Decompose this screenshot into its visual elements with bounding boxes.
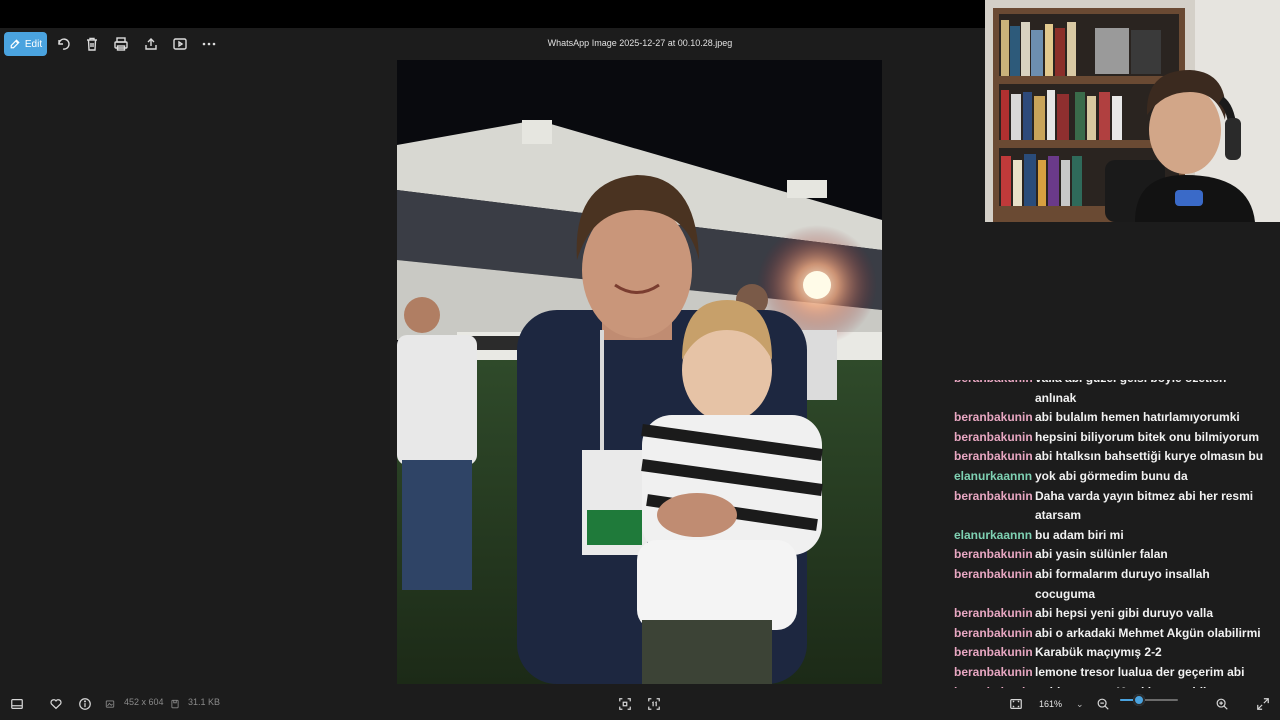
chat-username[interactable]: beranbakunin [954, 604, 1033, 624]
chat-message: beranbakunin lemone tresor lualua der geç… [952, 663, 1280, 683]
chat-username-label: beranbakunin [954, 547, 1033, 562]
chat-username-label: beranbakunin [954, 625, 1033, 640]
chat-username-label: beranbakunin [954, 566, 1033, 581]
chat-username[interactable]: beranbakunin [954, 663, 1033, 683]
chat-username[interactable]: beranbakunin [954, 380, 1033, 389]
chat-message: beranbakunin abi yasin sülünler falan [952, 545, 1280, 565]
chat-message: beranbakunin abi hepsi yeni gibi duruyo v… [952, 604, 1280, 624]
webcam-overlay [985, 0, 1280, 222]
chat-message: elanurkaannn yok abi görmedim bunu da [952, 467, 1280, 487]
file-size-icon [168, 694, 182, 714]
chat-message: beranbakunin abi o arkadaki Mehmet Akgün … [952, 624, 1280, 644]
heart-icon [50, 699, 62, 710]
zoom-in-icon [1216, 698, 1228, 710]
chat-username-label: beranbakunin [954, 645, 1033, 660]
zoom-out-icon [1097, 698, 1109, 710]
chat-message: beranbakunin hepsini biliyorum bitek onu … [952, 428, 1280, 448]
chat-username[interactable]: beranbakunin [954, 643, 1033, 663]
chat-username-label: beranbakunin [954, 449, 1033, 464]
file-info-button[interactable] [75, 694, 95, 714]
fit-screen-icon [1010, 699, 1022, 709]
chat-username-label: beranbakunin [954, 410, 1033, 425]
expand-button[interactable] [1253, 694, 1273, 714]
zoom-in-button[interactable] [1212, 694, 1232, 714]
zoom-slider[interactable] [1120, 699, 1178, 701]
chat-username[interactable]: beranbakunin [954, 487, 1033, 507]
photo-image [397, 60, 882, 684]
image-size-icon [103, 694, 117, 714]
chat-username[interactable]: beranbakunin [954, 565, 1033, 585]
chat-message: beranbakunin abi bulalım hemen hatırlamıy… [952, 408, 1280, 428]
chat-username-label: beranbakunin [954, 606, 1033, 621]
chat-username-label: elanurkaannn [954, 527, 1033, 542]
actual-size-button[interactable] [644, 694, 664, 714]
webcam-scene [985, 0, 1280, 222]
chat-username-label: beranbakunin [954, 429, 1033, 444]
favorite-button[interactable] [46, 694, 66, 714]
file-size: 31.1 KB [188, 697, 221, 707]
chat-username-label: beranbakunin [954, 488, 1033, 503]
chat-username[interactable]: beranbakunin [954, 447, 1033, 467]
chat-username[interactable]: beranbakunin [954, 408, 1033, 428]
chat-username[interactable]: elanurkaannn [954, 467, 1032, 487]
chat-message: beranbakuninvalla abi güzel gelsi böyle … [952, 380, 1280, 408]
chat-message: elanurkaannn bu adam biri mi [952, 526, 1280, 546]
info-icon [79, 698, 91, 710]
chat-username-label: beranbakunin [954, 380, 1033, 385]
fit-to-window-button[interactable] [615, 694, 635, 714]
status-bar: 452 x 604 31.1 KB 161% ⌄ [0, 688, 1280, 720]
chat-message: beranbakunin abi formalarım duruyo insall… [952, 565, 1280, 604]
chat-message: beranbakunin Karabük maçıymış 2-2 [952, 643, 1280, 663]
fullscreen-fit-button[interactable] [1006, 694, 1026, 714]
chat-message: beranbakunin abi htalksın bahsettiği kury… [952, 447, 1280, 467]
chat-message: beranbakunin Daha varda yayın bitmez abi … [952, 487, 1280, 526]
zoom-value: 161% [1039, 699, 1063, 709]
chat-username[interactable]: beranbakunin [954, 545, 1033, 565]
filmstrip-icon [11, 699, 23, 709]
chat-username[interactable]: beranbakunin [954, 428, 1033, 448]
chevron-down-icon: ⌄ [1076, 698, 1084, 709]
filmstrip-button[interactable] [7, 694, 27, 714]
chat-username-label: beranbakunin [954, 664, 1033, 679]
zoom-dropdown[interactable]: 161% ⌄ [1033, 693, 1085, 715]
image-dimensions: 452 x 604 [124, 697, 164, 707]
chat-username-label: elanurkaannn [954, 468, 1033, 483]
chat-username[interactable]: elanurkaannn [954, 526, 1032, 546]
zoom-out-button[interactable] [1093, 694, 1113, 714]
actual-size-icon [648, 698, 660, 710]
chat-panel: beranbakuninvalla abi güzel gelsi böyle … [952, 380, 1280, 688]
chat-username[interactable]: beranbakunin [954, 624, 1033, 644]
photo-scene [397, 60, 882, 684]
fit-icon [619, 698, 631, 710]
expand-icon [1257, 698, 1269, 710]
